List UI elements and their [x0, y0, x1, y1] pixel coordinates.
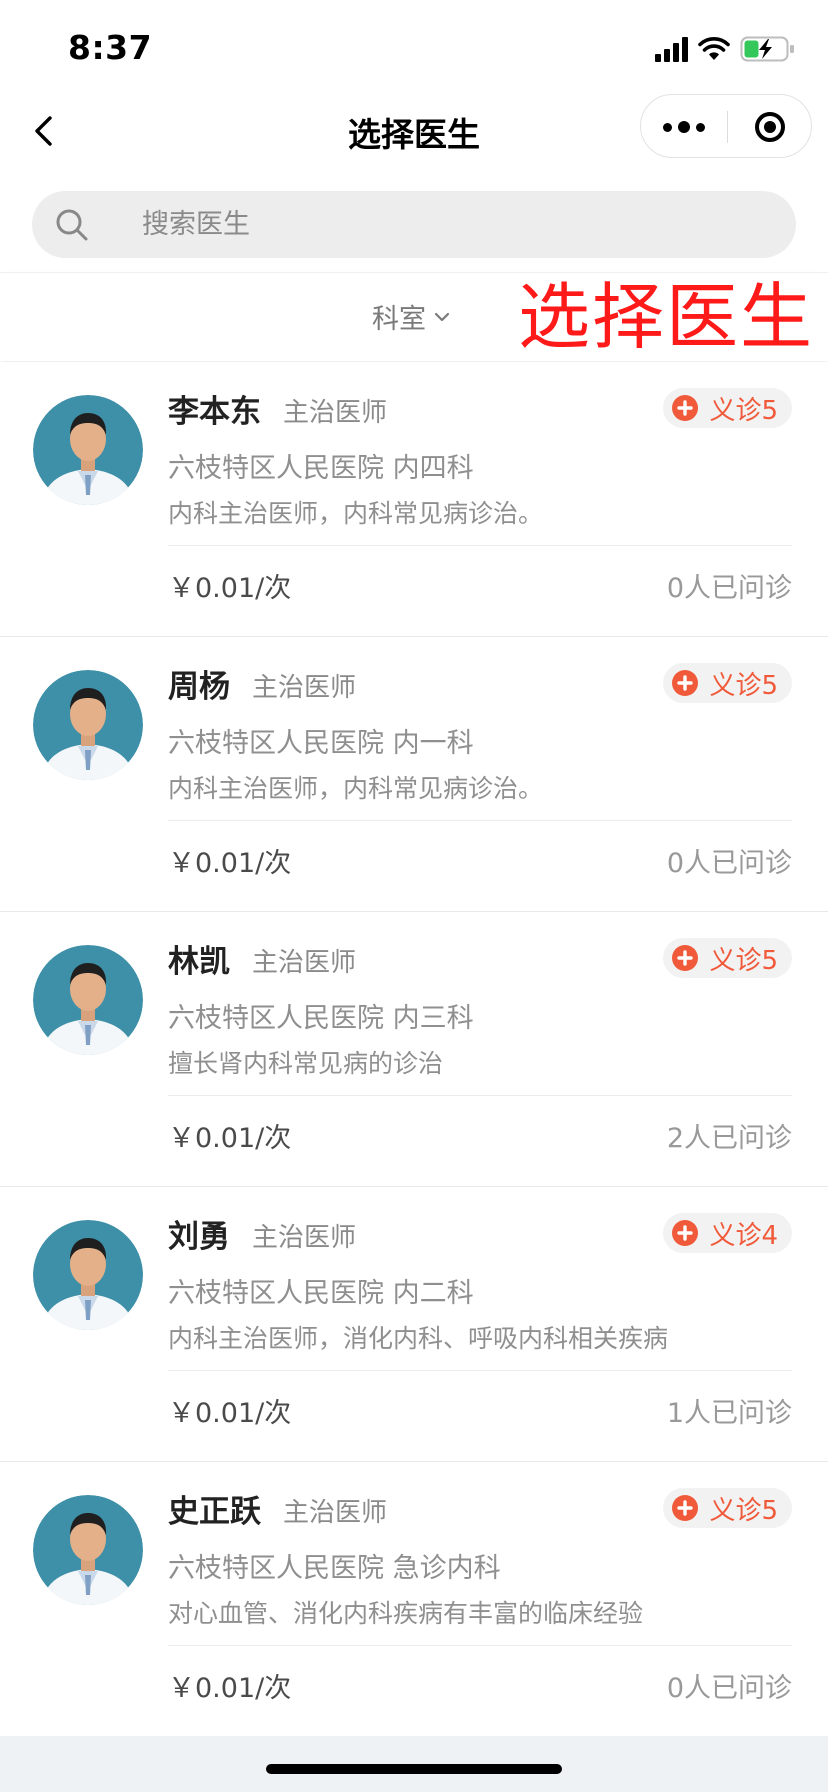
doctor-name: 周杨 [168, 669, 230, 705]
doctor-list: 李本东 主治医师 义诊5 六枝特区人民医院 内四科 内科主治医师，内科常见病诊治… [0, 362, 828, 1737]
status-bar: 8:37 [0, 0, 828, 96]
free-clinic-badge: 义诊4 [663, 1213, 792, 1253]
nav-bar: 选择医生 [0, 88, 828, 174]
doctor-card[interactable]: 林凯 主治医师 义诊5 六枝特区人民医院 内三科 擅长肾内科常见病的诊治 ￥0.… [0, 912, 828, 1187]
consult-price: ￥0.01/次 [168, 573, 292, 604]
doctor-intro: 擅长肾内科常见病的诊治 [168, 1049, 444, 1078]
free-clinic-badge: 义诊5 [663, 663, 792, 703]
free-clinic-badge: 义诊5 [663, 1488, 792, 1528]
doctor-portrait-icon [33, 1495, 143, 1605]
doctor-name: 刘勇 [168, 1219, 230, 1255]
card-divider [168, 820, 792, 821]
consult-count: 2人已问诊 [666, 1123, 792, 1154]
consult-count: 0人已问诊 [666, 848, 792, 879]
card-divider [168, 1095, 792, 1096]
card-divider [168, 545, 792, 546]
filter-bar: 科室 选择医生 [0, 272, 828, 361]
badge-text: 义诊5 [709, 1495, 778, 1526]
doctor-card[interactable]: 刘勇 主治医师 义诊4 六枝特区人民医院 内二科 内科主治医师，消化内科、呼吸内… [0, 1187, 828, 1462]
doctor-title: 主治医师 [252, 948, 357, 978]
doctor-hospital-dept: 六枝特区人民医院 急诊内科 [168, 1553, 501, 1584]
medical-cross-icon [672, 945, 699, 971]
medical-cross-icon [672, 670, 699, 696]
consult-price: ￥0.01/次 [168, 1398, 292, 1429]
doctor-card[interactable]: 周杨 主治医师 义诊5 六枝特区人民医院 内一科 内科主治医师，内科常见病诊治。… [0, 637, 828, 912]
doctor-portrait-icon [33, 1220, 143, 1330]
doctor-avatar [33, 670, 143, 780]
more-dot [678, 121, 690, 133]
doctor-name: 林凯 [168, 944, 230, 980]
cellular-signal-icon [655, 36, 688, 62]
overlay-caption: 选择医生 [517, 275, 814, 359]
doctor-title: 主治医师 [252, 673, 357, 703]
more-dots-icon [663, 122, 672, 132]
badge-text: 义诊4 [709, 1220, 778, 1251]
doctor-hospital-dept: 六枝特区人民医院 内四科 [168, 453, 474, 484]
card-divider [168, 1370, 792, 1371]
department-filter-label: 科室 [372, 304, 426, 335]
home-indicator [266, 1764, 562, 1774]
medical-cross-icon [672, 1220, 699, 1246]
medical-cross-icon [672, 395, 699, 421]
doctor-intro: 内科主治医师，消化内科、呼吸内科相关疾病 [168, 1324, 669, 1353]
doctor-hospital-dept: 六枝特区人民医院 内二科 [168, 1278, 474, 1309]
doctor-title: 主治医师 [283, 398, 388, 428]
status-icons [655, 32, 796, 66]
consult-count: 0人已问诊 [666, 1673, 792, 1704]
chevron-down-icon [434, 312, 450, 321]
mini-program-capsule [640, 94, 812, 158]
doctor-card[interactable]: 李本东 主治医师 义诊5 六枝特区人民医院 内四科 内科主治医师，内科常见病诊治… [0, 362, 828, 637]
status-time: 8:37 [68, 28, 153, 67]
consult-count: 0人已问诊 [666, 573, 792, 604]
doctor-portrait-icon [33, 945, 143, 1055]
medical-cross-icon [672, 1495, 699, 1521]
more-dot [696, 122, 705, 132]
free-clinic-badge: 义诊5 [663, 938, 792, 978]
doctor-portrait-icon [33, 395, 143, 505]
consult-price: ￥0.01/次 [168, 1673, 292, 1704]
wifi-icon [698, 37, 730, 60]
more-button[interactable] [641, 95, 727, 159]
search-bar[interactable] [32, 191, 796, 258]
doctor-avatar [33, 1495, 143, 1605]
doctor-card[interactable]: 史正跃 主治医师 义诊5 六枝特区人民医院 急诊内科 对心血管、消化内科疾病有丰… [0, 1462, 828, 1737]
doctor-intro: 内科主治医师，内科常见病诊治。 [168, 499, 544, 528]
department-filter[interactable]: 科室 [372, 297, 450, 336]
doctor-portrait-icon [33, 670, 143, 780]
free-clinic-badge: 义诊5 [663, 388, 792, 428]
search-input[interactable] [142, 191, 762, 258]
close-miniprogram-button[interactable] [727, 95, 813, 159]
badge-text: 义诊5 [709, 395, 778, 426]
doctor-name: 史正跃 [168, 1494, 261, 1530]
doctor-intro: 内科主治医师，内科常见病诊治。 [168, 774, 544, 803]
search-icon [56, 209, 88, 241]
consult-price: ￥0.01/次 [168, 1123, 292, 1154]
doctor-intro: 对心血管、消化内科疾病有丰富的临床经验 [168, 1599, 644, 1628]
doctor-title: 主治医师 [283, 1498, 388, 1528]
consult-count: 1人已问诊 [666, 1398, 792, 1429]
doctor-avatar [33, 1220, 143, 1330]
doctor-title: 主治医师 [252, 1223, 357, 1253]
doctor-hospital-dept: 六枝特区人民医院 内三科 [168, 1003, 474, 1034]
target-circle-icon [755, 112, 785, 142]
badge-text: 义诊5 [709, 670, 778, 701]
card-divider [168, 1645, 792, 1646]
consult-price: ￥0.01/次 [168, 848, 292, 879]
doctor-hospital-dept: 六枝特区人民医院 内一科 [168, 728, 474, 759]
doctor-name: 李本东 [168, 394, 261, 430]
doctor-avatar [33, 945, 143, 1055]
doctor-avatar [33, 395, 143, 505]
badge-text: 义诊5 [709, 945, 778, 976]
battery-charging-icon [740, 36, 794, 62]
